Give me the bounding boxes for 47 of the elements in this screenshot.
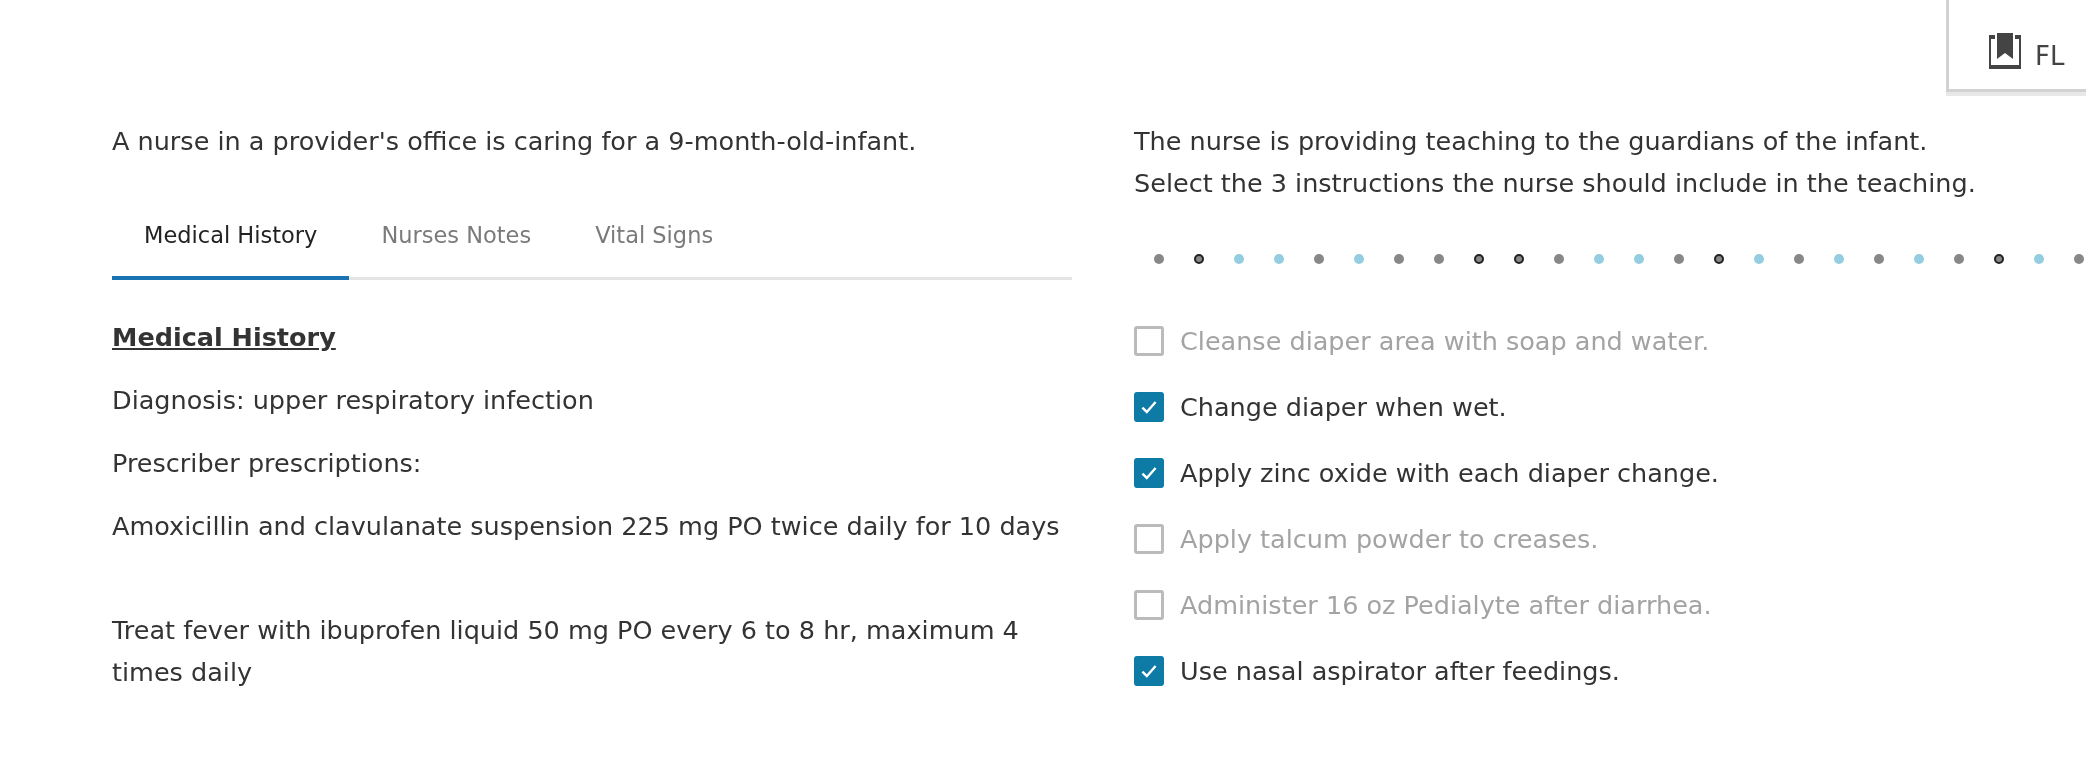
dot: [1234, 254, 1244, 264]
dot: [1434, 254, 1444, 264]
dot: [1474, 254, 1484, 264]
checkbox[interactable]: [1134, 326, 1164, 356]
checkbox[interactable]: [1134, 524, 1164, 554]
option-label: Apply zinc oxide with each diaper change.: [1180, 458, 1719, 488]
option-label: Apply talcum powder to creases.: [1180, 524, 1599, 554]
dot: [1874, 254, 1884, 264]
dot: [1994, 254, 2004, 264]
dot: [1274, 254, 1284, 264]
dot: [1194, 254, 1204, 264]
dot: [1794, 254, 1804, 264]
tab[interactable]: Nurses Notes: [349, 212, 564, 280]
paragraph: Diagnosis: upper respiratory infection: [112, 384, 595, 417]
scenario-text: A nurse in a provider's office is caring for a 9-month-old-infant.: [112, 125, 918, 158]
dot: [1954, 254, 1964, 264]
paragraph: Treat fever with ibuprofen liquid 50 mg PO every 6 to 8 hr, maximum 4 times daily: [112, 614, 1020, 689]
question-text: Select the 3 instructions the nurse should include in the teaching.: [1134, 167, 1977, 200]
paragraph: Amoxicillin and clavulanate suspension 225 mg PO twice daily for 10 days: [112, 510, 1061, 543]
option-label: Change diaper when wet.: [1180, 392, 1507, 422]
dot: [1634, 254, 1644, 264]
checkbox[interactable]: [1134, 590, 1164, 620]
checkbox[interactable]: [1134, 656, 1164, 686]
dot: [1914, 254, 1924, 264]
option-label: Use nasal aspirator after feedings.: [1180, 656, 1620, 686]
dot: [1554, 254, 1564, 264]
dot: [1314, 254, 1324, 264]
dot: [1594, 254, 1604, 264]
dot: [1834, 254, 1844, 264]
question-text: The nurse is providing teaching to the guardians of the infant.: [1134, 125, 1929, 158]
dot: [1514, 254, 1524, 264]
option-label: Cleanse diaper area with soap and water.: [1180, 326, 1710, 356]
paragraph: Prescriber prescriptions:: [112, 447, 423, 480]
tab[interactable]: Vital Signs: [563, 212, 746, 280]
checkbox[interactable]: [1134, 458, 1164, 488]
dot: [1154, 254, 1164, 264]
checkbox[interactable]: [1134, 392, 1164, 422]
dot: [1354, 254, 1364, 264]
tab[interactable]: Medical History: [112, 212, 350, 280]
option-label: Administer 16 oz Pedialyte after diarrhea.: [1180, 590, 1712, 620]
dot: [2074, 254, 2084, 264]
section-heading: Medical History: [112, 321, 337, 354]
dot: [1394, 254, 1404, 264]
dot: [1674, 254, 1684, 264]
dot: [2034, 254, 2044, 264]
dot: [1714, 254, 1724, 264]
dot: [1754, 254, 1764, 264]
